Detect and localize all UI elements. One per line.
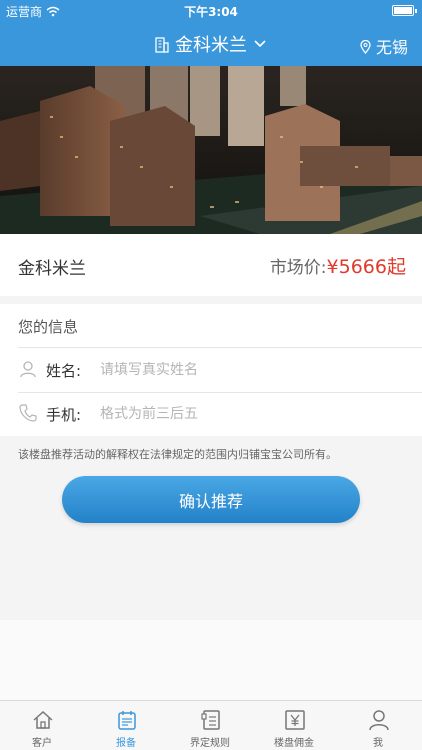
building-icon	[155, 37, 169, 53]
document-icon	[201, 710, 220, 730]
price-value: ¥5666起	[326, 256, 406, 278]
tab-label: 界定规则	[190, 738, 230, 749]
tab-customers[interactable]: 客户	[0, 701, 84, 750]
phone-label: 手机:	[46, 406, 82, 424]
project-summary: 金科米兰 市场价:¥5666起	[0, 234, 422, 296]
market-price: 市场价:¥5666起	[270, 252, 406, 279]
empty-area	[0, 620, 422, 700]
form-header: 您的信息	[18, 318, 79, 336]
project-name: 金科米兰	[18, 259, 86, 279]
info-form: 您的信息 姓名: 手机:	[0, 304, 422, 436]
disclaimer-text: 该楼盘推荐活动的解释权在法律规定的范围内归铺宝宝公司所有。	[18, 448, 337, 461]
tab-report[interactable]: 报备	[84, 701, 168, 750]
tab-me[interactable]: 我	[336, 701, 420, 750]
nav-title: 金科米兰	[175, 35, 247, 56]
tab-commission[interactable]: 楼盘佣金	[252, 701, 336, 750]
house-icon	[33, 710, 53, 729]
tab-rules[interactable]: 界定规则	[168, 701, 252, 750]
clipboard-icon	[118, 711, 136, 730]
tab-label: 楼盘佣金	[274, 738, 314, 749]
tab-label: 报备	[116, 738, 136, 749]
tab-label: 我	[373, 738, 383, 749]
phone-input[interactable]	[100, 402, 400, 426]
city-label: 无锡	[375, 38, 408, 57]
battery-icon	[392, 5, 417, 16]
project-banner-image	[0, 66, 422, 234]
phone-icon	[19, 404, 37, 422]
person-icon	[369, 710, 389, 731]
name-field: 姓名:	[0, 348, 422, 392]
tab-label: 客户	[32, 738, 52, 749]
clock: 下午3:04	[184, 5, 238, 19]
person-icon	[20, 361, 36, 378]
city-selector[interactable]: 无锡	[360, 34, 408, 58]
project-switcher[interactable]: 金科米兰	[0, 31, 422, 57]
phone-field: 手机:	[0, 392, 422, 436]
yen-icon	[285, 710, 305, 730]
confirm-recommend-button[interactable]: 确认推荐	[62, 476, 360, 523]
location-pin-icon	[360, 39, 371, 55]
name-label: 姓名:	[46, 362, 82, 380]
nav-bar: 金科米兰 无锡	[0, 22, 422, 66]
name-input[interactable]	[100, 358, 400, 382]
chevron-down-icon	[254, 40, 266, 48]
tab-bar: 客户 报备 界定规则 楼盘佣金 我	[0, 700, 422, 750]
price-label: 市场价:	[269, 258, 327, 278]
status-bar: 运营商 下午3:04	[0, 0, 422, 22]
